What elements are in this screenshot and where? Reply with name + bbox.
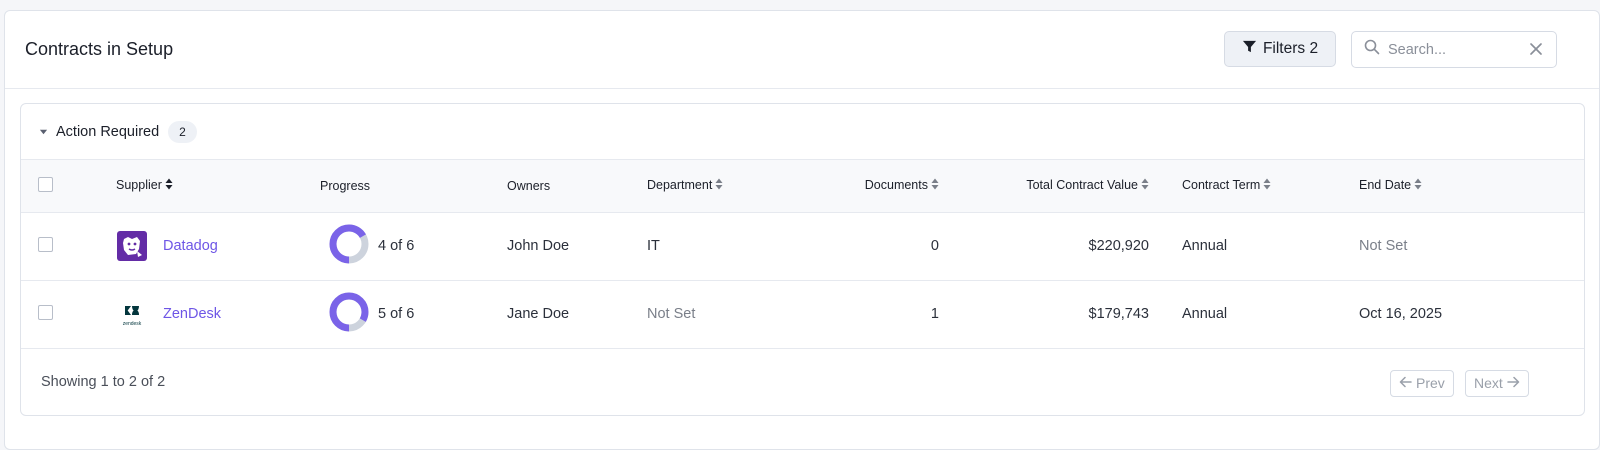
close-icon[interactable] <box>1528 41 1544 62</box>
progress-text: 4 of 6 <box>378 238 415 254</box>
zendesk-logo-text: zendesk <box>123 321 142 327</box>
department-header-label: Department <box>647 178 713 193</box>
prev-button[interactable]: Prev <box>1390 369 1454 397</box>
filter-icon <box>1242 39 1257 59</box>
department-cell: IT <box>647 238 660 254</box>
column-header-end-date[interactable]: End Date <box>1359 160 1584 212</box>
end-date-cell: Not Set <box>1359 238 1408 254</box>
department-cell: Not Set <box>647 306 696 322</box>
supplier-link[interactable]: Datadog <box>163 238 218 254</box>
next-button[interactable]: Next <box>1465 369 1529 397</box>
owners-cell: Jane Doe <box>507 306 570 322</box>
table-row[interactable]: zendesk ZenDesk 5 of 6 Jane Doe Not Set … <box>21 280 1584 348</box>
supplier-header-label: Supplier <box>116 178 162 193</box>
column-header-documents[interactable]: Documents <box>802 160 939 212</box>
filters-button[interactable]: Filters 2 <box>1224 31 1336 67</box>
search-box[interactable] <box>1351 31 1557 68</box>
zendesk-logo: zendesk <box>116 298 148 330</box>
total-value-cell: $179,743 <box>1088 306 1149 322</box>
column-header-progress: Progress <box>320 178 371 193</box>
progress-text: 5 of 6 <box>378 306 415 322</box>
contracts-table: Supplier Progress Owners Department Docu… <box>21 160 1584 349</box>
card-header: Contracts in Setup Filters 2 <box>5 11 1599 89</box>
column-header-total-value[interactable]: Total Contract Value <box>939 160 1174 212</box>
sort-icon <box>715 178 723 193</box>
supplier-link[interactable]: ZenDesk <box>163 306 221 322</box>
total-value-cell: $220,920 <box>1088 238 1149 254</box>
pagination-summary: Showing 1 to 2 of 2 <box>41 373 166 390</box>
table-footer: Showing 1 to 2 of 2 Prev Next <box>21 349 1584 415</box>
table-row[interactable]: Datadog 4 of 6 John Doe IT 0 $220,920 An… <box>21 212 1584 280</box>
sort-icon <box>1263 178 1271 193</box>
group-label: Action Required <box>56 123 160 140</box>
page-title: Contracts in Setup <box>25 39 174 59</box>
term-header-label: Contract Term <box>1182 178 1261 193</box>
sort-icon <box>931 178 939 193</box>
search-input[interactable] <box>1388 41 1518 58</box>
progress-ring <box>328 291 370 337</box>
sort-icon <box>1414 178 1422 193</box>
arrow-right-icon <box>1507 375 1520 391</box>
row-checkbox[interactable] <box>38 236 53 252</box>
owners-cell: John Doe <box>507 238 570 254</box>
arrow-left-icon <box>1399 375 1412 391</box>
contracts-card: Contracts in Setup Filters 2 Action Requ… <box>4 10 1600 450</box>
search-icon <box>1364 39 1380 60</box>
row-checkbox[interactable] <box>38 304 53 320</box>
datadog-logo <box>116 230 148 262</box>
documents-cell: 1 <box>930 306 939 322</box>
column-header-supplier[interactable]: Supplier <box>116 160 320 212</box>
contracts-table-panel: Action Required 2 Supplier Progress Owne… <box>20 103 1585 416</box>
end-date-header-label: End Date <box>1359 178 1412 193</box>
sort-icon <box>1141 178 1149 193</box>
total-value-header-label: Total Contract Value <box>1026 178 1138 193</box>
column-header-term[interactable]: Contract Term <box>1174 160 1359 212</box>
column-header-department[interactable]: Department <box>647 160 802 212</box>
progress-ring <box>328 223 370 269</box>
group-count-badge: 2 <box>168 120 197 143</box>
group-toggle-action-required[interactable]: Action Required 2 <box>21 104 1584 160</box>
next-label: Next <box>1474 375 1503 391</box>
filters-label: Filters 2 <box>1262 40 1319 57</box>
documents-cell: 0 <box>930 238 939 254</box>
select-all-checkbox[interactable] <box>38 176 53 192</box>
term-cell: Annual <box>1182 306 1228 322</box>
table-header-row: Supplier Progress Owners Department Docu… <box>21 160 1584 212</box>
term-cell: Annual <box>1182 238 1228 254</box>
column-header-owners: Owners <box>507 178 551 193</box>
end-date-cell: Oct 16, 2025 <box>1359 306 1443 322</box>
prev-label: Prev <box>1416 375 1445 391</box>
caret-down-icon <box>39 123 48 141</box>
documents-header-label: Documents <box>864 178 928 193</box>
sort-icon <box>165 178 173 193</box>
